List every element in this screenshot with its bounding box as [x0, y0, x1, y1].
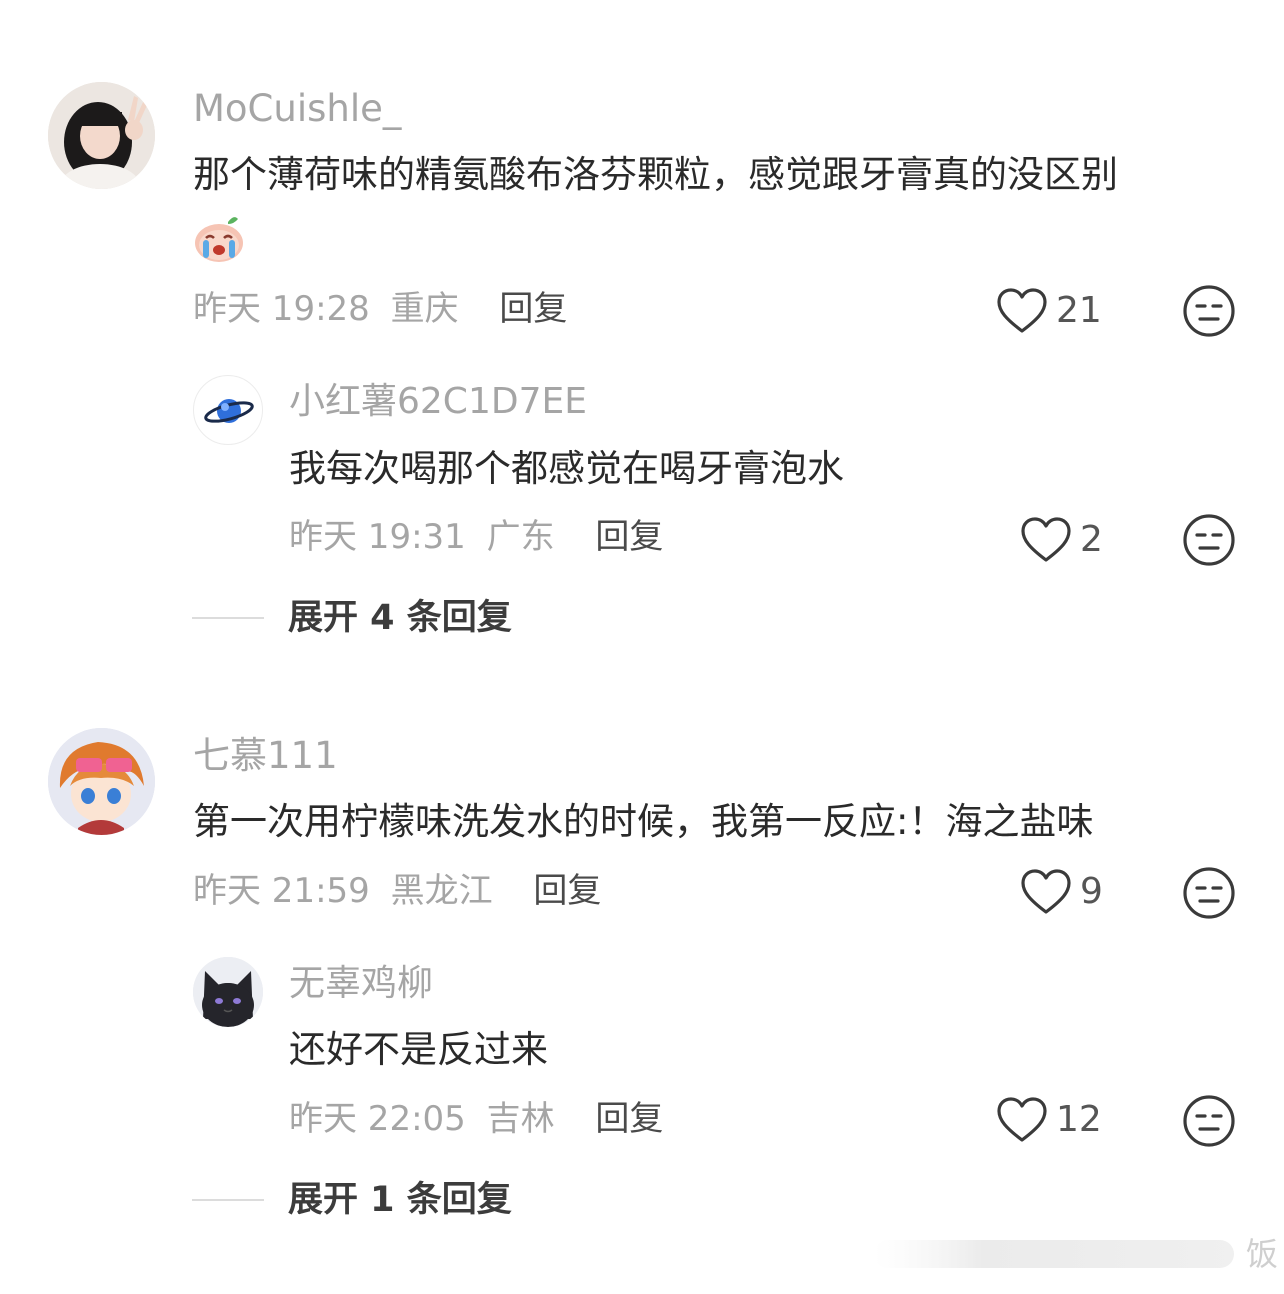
reply-meta: 昨天 19:31 广东 回复	[289, 517, 663, 557]
reply-location: 广东	[486, 517, 555, 557]
reply-username[interactable]: 无辜鸡柳	[289, 962, 433, 1006]
avatar[interactable]	[48, 728, 155, 835]
watermark-blur-icon	[874, 1240, 1234, 1268]
reply-meta: 昨天 22:05 吉林 回复	[289, 1099, 663, 1139]
reply-time: 昨天 19:31	[289, 517, 466, 557]
avatar[interactable]	[193, 375, 263, 445]
planet-avatar-icon	[204, 399, 254, 423]
reply-button[interactable]: 回复	[533, 871, 601, 911]
expand-replies-label: 展开 1 条回复	[288, 1180, 512, 1220]
heart-icon	[997, 1097, 1047, 1142]
reply-text: 我每次喝那个都感觉在喝牙膏泡水	[289, 447, 844, 490]
comment-meta: 昨天 19:28 重庆 回复	[193, 289, 567, 329]
like-button[interactable]: 9	[1020, 868, 1103, 916]
dislike-button[interactable]	[1182, 284, 1236, 338]
dislike-button[interactable]	[1182, 866, 1236, 920]
like-button[interactable]: 21	[996, 287, 1102, 335]
neutral-face-icon	[1183, 1095, 1235, 1147]
comment-meta: 昨天 21:59 黑龙江 回复	[193, 871, 601, 911]
comment-username[interactable]: MoCuishle_	[193, 87, 401, 131]
like-button[interactable]: 2	[1020, 516, 1103, 564]
watermark: 饭	[874, 1234, 1284, 1274]
black-cat-avatar-image	[193, 957, 263, 1027]
heart-icon	[997, 288, 1047, 333]
heart-icon	[1021, 517, 1071, 562]
avatar[interactable]	[48, 82, 155, 189]
expand-replies-button[interactable]: 展开 4 条回复	[192, 598, 512, 638]
crying-laughing-peach-emoji-icon	[192, 210, 246, 264]
like-button[interactable]: 12	[996, 1096, 1102, 1144]
expand-replies-button[interactable]: 展开 1 条回复	[192, 1180, 512, 1220]
comment-text: 第一次用柠檬味洗发水的时候，我第一反应:！海之盐味	[193, 800, 1094, 843]
avatar[interactable]	[193, 957, 263, 1027]
comment-location: 黑龙江	[390, 871, 493, 911]
comment-text: 那个薄荷味的精氨酸布洛芬颗粒，感觉跟牙膏真的没区别	[193, 153, 1118, 196]
dislike-button[interactable]	[1182, 513, 1236, 567]
heart-icon	[1021, 869, 1071, 914]
reply-button[interactable]: 回复	[595, 517, 663, 557]
watermark-text: 饭	[1245, 1235, 1278, 1273]
reply-button[interactable]: 回复	[499, 289, 567, 329]
neutral-face-icon	[1183, 867, 1235, 919]
reply-location: 吉林	[486, 1099, 555, 1139]
like-count: 2	[1080, 519, 1103, 560]
expand-divider	[192, 617, 264, 619]
anime-character-avatar-image	[48, 728, 155, 835]
user-photo-avatar-image	[48, 82, 155, 189]
reply-text: 还好不是反过来	[289, 1028, 548, 1071]
comment-time: 昨天 19:28	[193, 289, 370, 329]
expand-replies-label: 展开 4 条回复	[288, 598, 512, 638]
reply-button[interactable]: 回复	[595, 1099, 663, 1139]
like-count: 9	[1080, 871, 1103, 912]
reply-time: 昨天 22:05	[289, 1099, 466, 1139]
reply-username[interactable]: 小红薯62C1D7EE	[289, 380, 587, 424]
expand-divider	[192, 1199, 264, 1201]
neutral-face-icon	[1183, 514, 1235, 566]
dislike-button[interactable]	[1182, 1094, 1236, 1148]
comment-location: 重庆	[390, 289, 459, 329]
like-count: 12	[1056, 1099, 1102, 1140]
neutral-face-icon	[1183, 285, 1235, 337]
like-count: 21	[1056, 290, 1102, 331]
comment-time: 昨天 21:59	[193, 871, 370, 911]
comment-username[interactable]: 七慕111	[193, 734, 338, 778]
